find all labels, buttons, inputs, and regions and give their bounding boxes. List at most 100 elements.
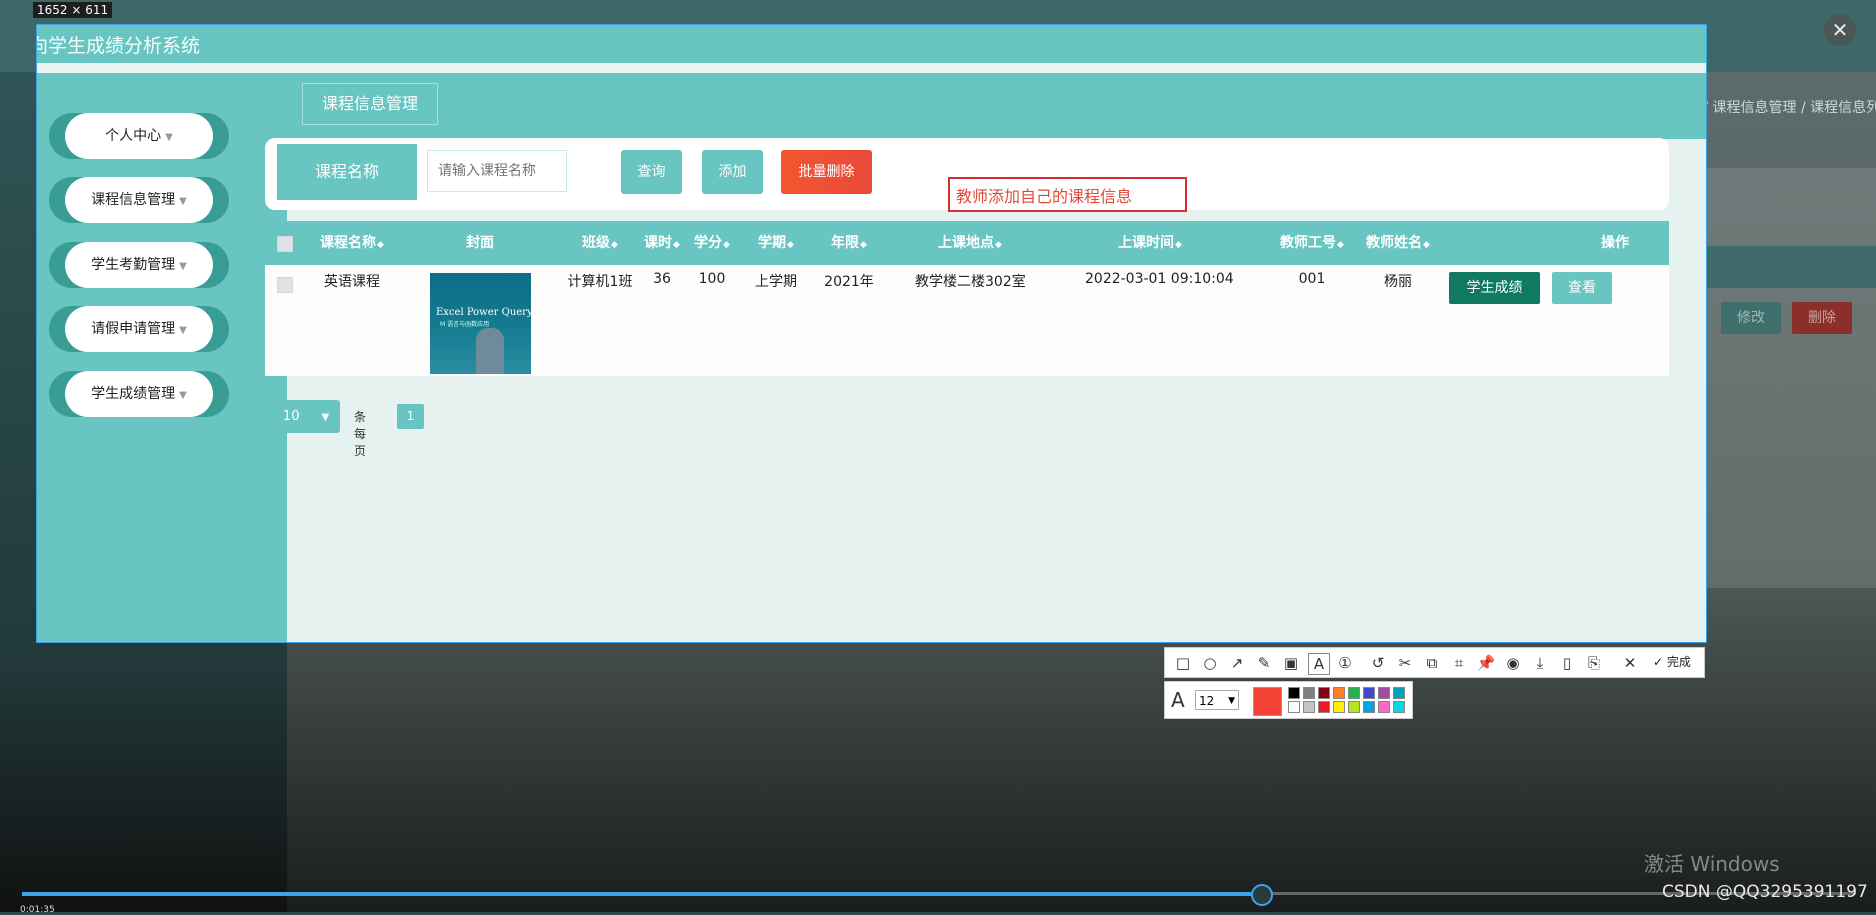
column-header[interactable]: 上课时间◆ <box>1095 221 1205 265</box>
row-checkbox[interactable] <box>277 277 293 293</box>
color-swatch[interactable] <box>1363 687 1375 699</box>
current-color-swatch[interactable] <box>1253 687 1282 716</box>
batch-delete-button[interactable]: 批量删除 <box>781 150 872 194</box>
sidebar: 个人中心 ▼ 课程信息管理 ▼ 学生考勤管理 ▼ 请假申请管理 ▼ 学生成绩管理 ▼ <box>37 73 287 642</box>
view-button[interactable]: 查看 <box>1552 272 1612 304</box>
sidebar-pill: 课程信息管理 ▼ <box>65 177 213 223</box>
add-button[interactable]: 添加 <box>702 150 763 194</box>
sidebar-pill: 学生考勤管理 ▼ <box>65 242 213 288</box>
cell-course-name: 英语课程 <box>324 274 380 290</box>
color-swatch[interactable] <box>1303 701 1315 713</box>
cell-location: 教学楼二楼302室 <box>915 274 1026 290</box>
color-swatch[interactable] <box>1288 687 1300 699</box>
column-header[interactable]: 学分◆ <box>687 221 737 265</box>
color-swatch[interactable] <box>1378 701 1390 713</box>
ocr-icon[interactable]: ⧉ <box>1422 653 1442 673</box>
column-header[interactable]: 上课地点◆ <box>915 221 1025 265</box>
column-label: 教师工号 <box>1280 235 1337 251</box>
column-header[interactable]: 学期◆ <box>746 221 806 265</box>
text-tool-icon[interactable]: A <box>1308 653 1330 675</box>
download-icon[interactable]: ⤓ <box>1530 653 1550 673</box>
sort-icon: ◆ <box>377 240 384 250</box>
color-swatch[interactable] <box>1393 701 1405 713</box>
bookmark-icon[interactable]: ⎘ <box>1584 653 1604 673</box>
cell-time: 2022-03-01 09:10:04 <box>1085 271 1234 287</box>
color-swatch[interactable] <box>1393 687 1405 699</box>
column-header[interactable]: 班级◆ <box>565 221 635 265</box>
mosaic-tool-icon[interactable]: ▣ <box>1281 653 1301 673</box>
sort-icon: ◆ <box>673 240 680 250</box>
search-input[interactable] <box>427 150 567 192</box>
color-swatch[interactable] <box>1288 701 1300 713</box>
video-progress-handle[interactable] <box>1251 884 1273 906</box>
page-tab[interactable]: 课程信息管理 <box>302 83 438 125</box>
sidebar-item-label: 请假申请管理 <box>91 321 176 337</box>
delete-button[interactable]: 删除 <box>1792 302 1852 334</box>
page-size-value: 10 <box>283 409 300 424</box>
finish-label: 完成 <box>1666 655 1691 669</box>
select-all-checkbox[interactable] <box>277 236 293 252</box>
breadcrumb: ⌂ / 课程信息管理 / 课程信息列表 <box>1690 100 1876 116</box>
sidebar-item-leave-request[interactable]: 请假申请管理 ▼ <box>49 306 229 352</box>
student-grades-button[interactable]: 学生成绩 <box>1449 272 1540 304</box>
cell-teacher-id: 001 <box>1298 271 1326 287</box>
color-swatch[interactable] <box>1318 701 1330 713</box>
column-label: 学分 <box>694 235 723 251</box>
color-swatch[interactable] <box>1333 687 1345 699</box>
column-label: 上课地点 <box>938 235 995 251</box>
sidebar-item-course-info[interactable]: 课程信息管理 ▼ <box>49 177 229 223</box>
number-tool-icon[interactable]: ① <box>1335 653 1355 673</box>
caret-down-icon: ▼ <box>179 196 187 207</box>
cell-class: 计算机1班 <box>567 274 633 290</box>
record-icon[interactable]: ◉ <box>1503 653 1523 673</box>
course-cover-image[interactable]: Excel Power Query 教程 M 语言与函数应用 <box>430 273 531 374</box>
cancel-icon[interactable]: ✕ <box>1620 653 1640 673</box>
column-header[interactable]: 课程名称◆ <box>307 221 397 265</box>
finish-button[interactable]: ✓ 完成 <box>1653 653 1691 670</box>
arrow-tool-icon[interactable]: ↗ <box>1227 653 1247 673</box>
screenshot-toolbar: □ ○ ↗ ✎ ▣ A ① ↺ ✂ ⧉ ⌗ 📌 ◉ ⤓ ▯ ⎘ ✕ ✓ 完成 <box>1164 647 1705 678</box>
background-table-band <box>1706 246 1876 288</box>
column-header[interactable]: 教师姓名◆ <box>1358 221 1438 265</box>
sort-icon: ◆ <box>1337 240 1344 250</box>
page-size-select[interactable]: 10 ▼ <box>275 400 340 433</box>
column-header[interactable]: 年限◆ <box>819 221 879 265</box>
chevron-down-icon: ▼ <box>1228 696 1235 706</box>
pin-icon[interactable]: 📌 <box>1476 653 1496 673</box>
query-button[interactable]: 查询 <box>621 150 682 194</box>
color-swatch[interactable] <box>1348 687 1360 699</box>
page-number-button[interactable]: 1 <box>397 404 424 429</box>
scan-icon[interactable]: ⌗ <box>1449 653 1469 673</box>
rectangle-tool-icon[interactable]: □ <box>1173 653 1193 673</box>
column-header: 操作 <box>1580 221 1650 265</box>
sort-icon: ◆ <box>787 240 794 250</box>
color-swatch[interactable] <box>1318 687 1330 699</box>
cell-term: 上学期 <box>755 274 797 290</box>
font-size-value: 12 <box>1199 694 1215 708</box>
column-header: 封面 <box>425 221 535 265</box>
color-swatch[interactable] <box>1348 701 1360 713</box>
cover-title: Excel Power Query 教程 <box>436 307 531 318</box>
color-swatch[interactable] <box>1363 701 1375 713</box>
sidebar-item-personal-center[interactable]: 个人中心 ▼ <box>49 113 229 159</box>
scissors-icon[interactable]: ✂ <box>1395 653 1415 673</box>
undo-icon[interactable]: ↺ <box>1368 653 1388 673</box>
font-size-select[interactable]: 12 ▼ <box>1195 690 1239 710</box>
column-header[interactable]: 课时◆ <box>637 221 687 265</box>
color-swatch[interactable] <box>1333 701 1345 713</box>
edit-button[interactable]: 修改 <box>1721 302 1781 334</box>
color-swatch[interactable] <box>1378 687 1390 699</box>
sidebar-item-grades[interactable]: 学生成绩管理 ▼ <box>49 371 229 417</box>
color-swatch[interactable] <box>1303 687 1315 699</box>
column-label: 学期 <box>758 235 787 251</box>
pen-tool-icon[interactable]: ✎ <box>1254 653 1274 673</box>
sidebar-item-attendance[interactable]: 学生考勤管理 ▼ <box>49 242 229 288</box>
ellipse-tool-icon[interactable]: ○ <box>1200 653 1220 673</box>
sidebar-pill: 请假申请管理 ▼ <box>65 306 213 352</box>
annotation-textbox[interactable]: 教师添加自己的课程信息 <box>948 177 1187 212</box>
video-time: 0:01:35 <box>20 905 55 915</box>
column-label: 年限 <box>831 235 860 251</box>
column-header[interactable]: 教师工号◆ <box>1272 221 1352 265</box>
close-icon[interactable]: ✕ <box>1824 14 1856 46</box>
long-screenshot-icon[interactable]: ▯ <box>1557 653 1577 673</box>
